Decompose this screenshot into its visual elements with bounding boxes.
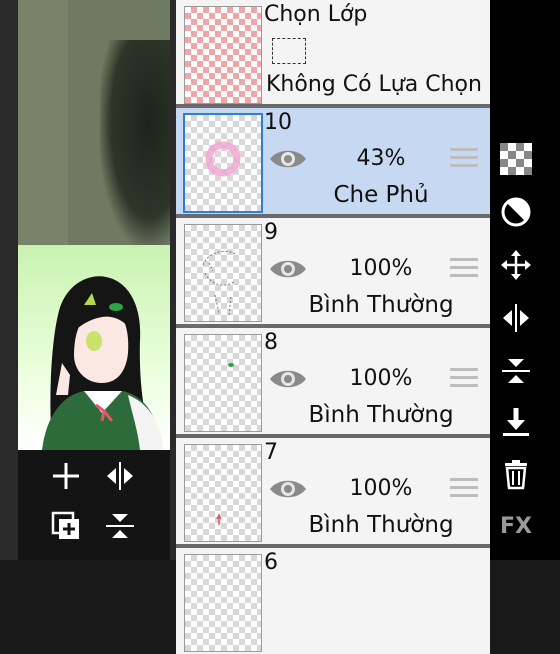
clipping-button[interactable]	[498, 194, 534, 230]
layer-blend-mode[interactable]: Bình Thường	[286, 292, 476, 318]
layer-row[interactable]: 6	[176, 548, 490, 654]
character-illustration	[42, 276, 164, 450]
flip-horizontal-button[interactable]	[498, 300, 534, 336]
drag-handle-icon[interactable]	[450, 478, 478, 498]
transparency-checker-icon	[500, 143, 532, 175]
layer-number: 6	[264, 550, 278, 575]
layer-blend-mode[interactable]: Bình Thường	[286, 512, 476, 538]
flip-vertical-button[interactable]	[498, 353, 534, 389]
layer-row[interactable]: 7 100% Bình Thường	[176, 438, 490, 544]
fx-icon: FX	[500, 513, 532, 539]
canvas-preview-thumbnail[interactable]	[18, 245, 170, 450]
layers-panel: Chọn Lớp Không Có Lựa Chọn 10 43% Che Ph…	[176, 0, 490, 654]
trash-icon	[505, 460, 527, 490]
flip-layer-horizontal-button[interactable]	[100, 456, 140, 496]
canvas-shade	[18, 0, 68, 245]
layer-content-preview	[216, 513, 222, 525]
duplicate-layer-icon	[51, 511, 79, 539]
layer-thumbnail	[184, 554, 262, 652]
layer-opacity: 100%	[349, 366, 413, 391]
layer-thumbnail	[184, 444, 262, 542]
layer-opacity: 100%	[349, 476, 413, 501]
layer-row[interactable]: 8 100% Bình Thường	[176, 328, 490, 434]
selection-layer-row[interactable]: Chọn Lớp Không Có Lựa Chọn	[176, 0, 490, 104]
move-layer-button[interactable]	[498, 247, 534, 283]
flip-vertical-merge-icon	[106, 514, 134, 538]
layer-tool-panel	[18, 450, 170, 560]
right-toolbar: FX	[490, 0, 560, 560]
visibility-eye-icon[interactable]	[268, 366, 308, 392]
flip-horizontal-icon	[503, 304, 529, 332]
merge-down-button[interactable]	[498, 404, 534, 440]
flip-horizontal-icon	[107, 462, 133, 490]
canvas-figure	[100, 40, 170, 245]
layer-blend-mode[interactable]: Bình Thường	[286, 402, 476, 428]
selection-marquee-icon	[272, 38, 306, 64]
layer-opacity: 100%	[349, 256, 413, 281]
move-icon	[501, 250, 531, 280]
visibility-eye-icon[interactable]	[268, 146, 308, 172]
layer-thumbnail	[184, 334, 262, 432]
drag-handle-icon[interactable]	[450, 258, 478, 278]
layer-blend-mode[interactable]: Che Phủ	[286, 182, 476, 208]
layer-number: 10	[264, 110, 292, 135]
layer-content-preview	[205, 141, 241, 177]
add-layer-icon	[53, 463, 79, 489]
flip-layer-vertical-button[interactable]	[100, 506, 140, 546]
drag-handle-icon[interactable]	[450, 148, 478, 168]
canvas-area[interactable]	[0, 0, 176, 560]
selection-layer-title: Chọn Lớp	[264, 2, 368, 27]
visibility-eye-icon[interactable]	[268, 476, 308, 502]
layer-content-preview	[228, 363, 234, 367]
drag-handle-icon[interactable]	[450, 368, 478, 388]
layer-opacity: 43%	[356, 146, 406, 171]
visibility-eye-icon[interactable]	[268, 256, 308, 282]
layer-row[interactable]: 10 43% Che Phủ	[176, 108, 490, 214]
transparency-button[interactable]	[498, 141, 534, 177]
duplicate-layer-button[interactable]	[46, 506, 86, 546]
layer-number: 7	[264, 440, 278, 465]
add-layer-button[interactable]	[46, 456, 86, 496]
selection-status: Không Có Lựa Chọn	[266, 72, 482, 97]
canvas-view[interactable]	[18, 0, 170, 245]
layer-row[interactable]: 9 100% Bình Thường	[176, 218, 490, 324]
contrast-icon	[501, 197, 531, 227]
fx-button[interactable]: FX	[498, 508, 534, 544]
merge-down-icon	[503, 408, 529, 436]
delete-layer-button[interactable]	[498, 456, 534, 492]
layer-number: 9	[264, 220, 278, 245]
layer-number: 8	[264, 330, 278, 355]
flip-vertical-icon	[502, 359, 530, 383]
layer-content-preview	[202, 250, 238, 316]
selection-layer-thumbnail	[184, 6, 262, 104]
layer-thumbnail	[184, 224, 262, 322]
layer-thumbnail	[183, 113, 263, 213]
